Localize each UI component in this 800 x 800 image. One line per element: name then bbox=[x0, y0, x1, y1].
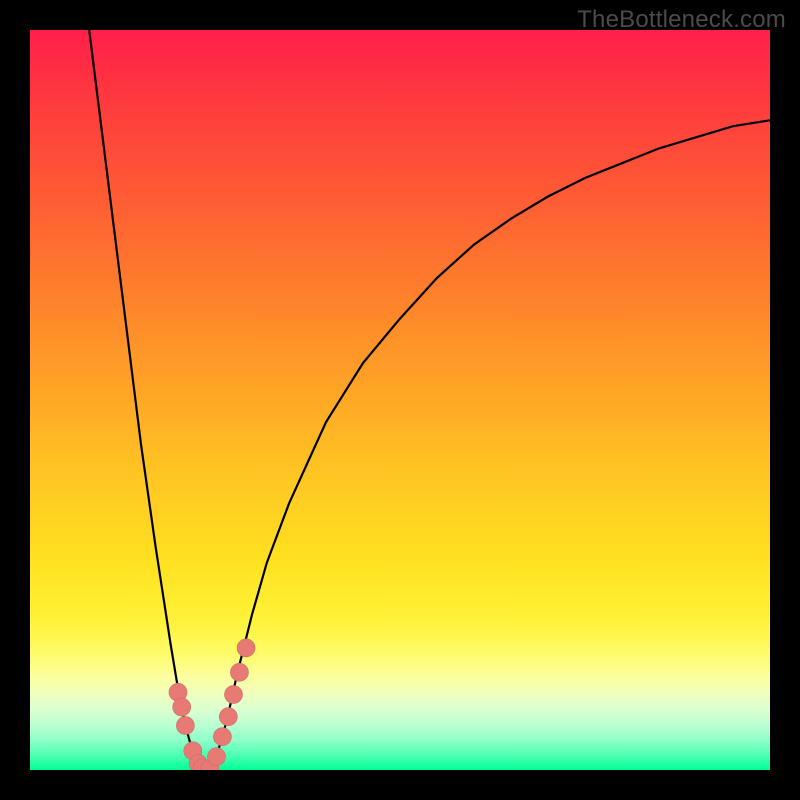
chart-frame: TheBottleneck.com bbox=[0, 0, 800, 800]
measured-point bbox=[225, 686, 243, 704]
measured-point bbox=[230, 663, 248, 681]
measured-point bbox=[207, 748, 225, 766]
measured-point bbox=[173, 698, 191, 716]
measured-points-group bbox=[169, 639, 255, 770]
plot-area bbox=[30, 30, 770, 770]
bottleneck-curve bbox=[89, 30, 770, 770]
measured-point bbox=[237, 639, 255, 657]
measured-point bbox=[213, 728, 231, 746]
curve-svg bbox=[30, 30, 770, 770]
measured-point bbox=[219, 708, 237, 726]
measured-point bbox=[176, 717, 194, 735]
